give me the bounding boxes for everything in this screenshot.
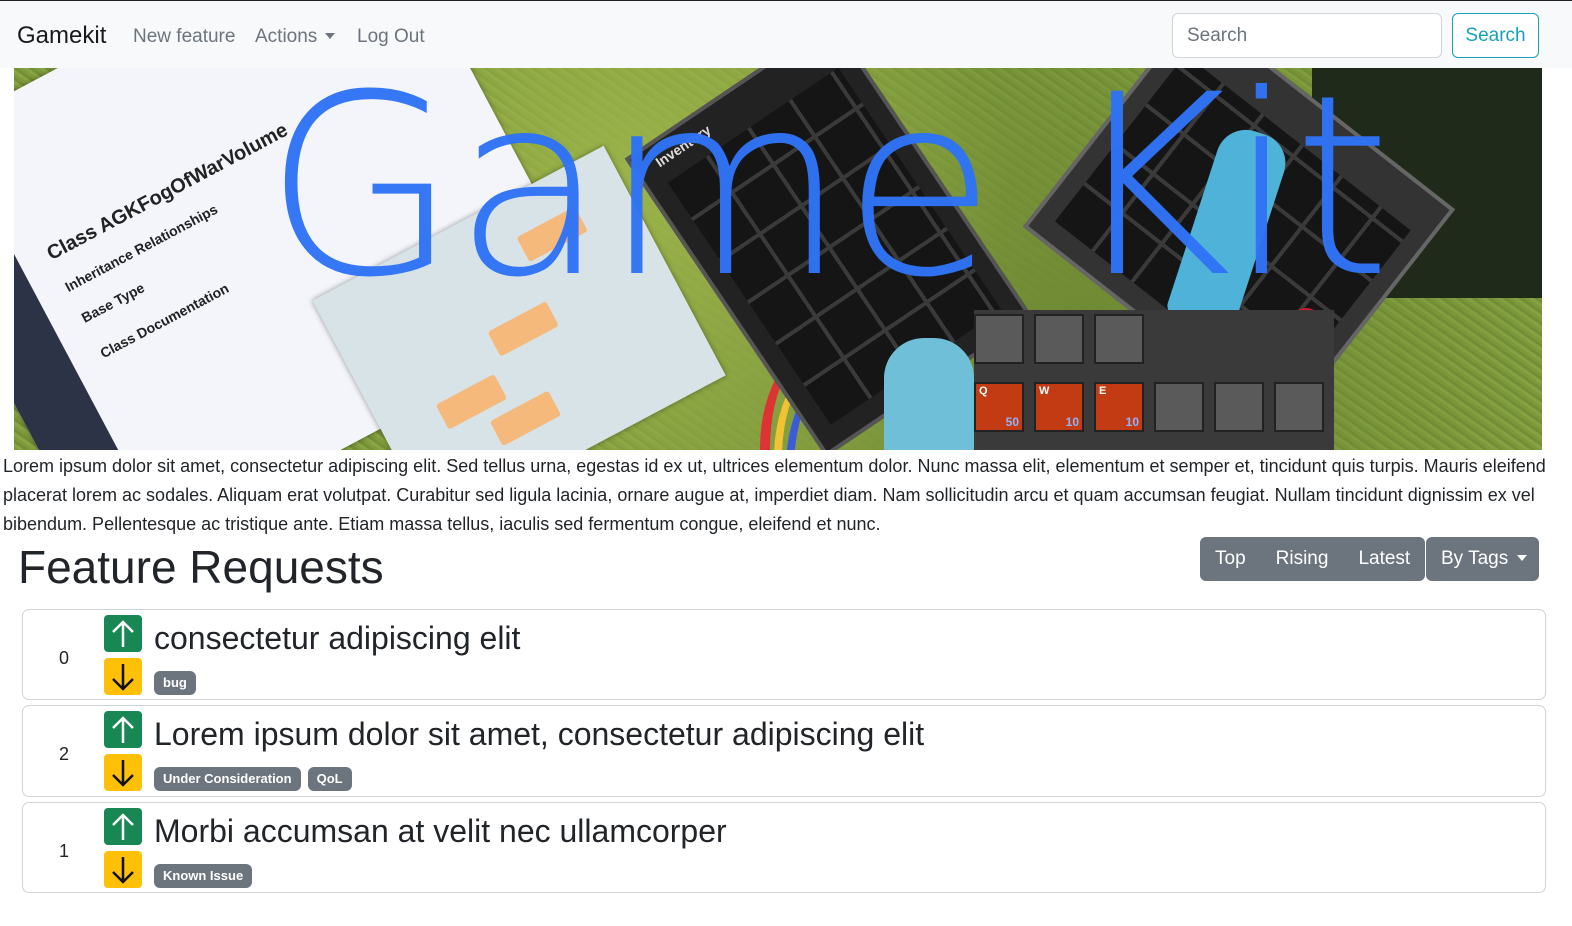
nav-new-feature[interactable]: New feature [133, 26, 235, 48]
tag-list: Under Consideration QoL [154, 767, 352, 791]
arrow-up-icon [112, 715, 134, 743]
arrow-down-icon [112, 759, 134, 787]
downvote-button[interactable] [104, 754, 142, 791]
sort-latest-button[interactable]: Latest [1343, 537, 1425, 581]
vote-count: 2 [58, 744, 69, 764]
character-figure-small [884, 338, 974, 450]
arrow-down-icon [112, 663, 134, 691]
feature-request-card: 1 Morbi accumsan at velit nec ullamcorpe… [22, 802, 1546, 893]
doc-class-title: Class AGKFogOfWarVolume [43, 119, 292, 265]
tag-badge[interactable]: Under Consideration [154, 767, 301, 791]
intro-paragraph: Lorem ipsum dolor sit amet, consectetur … [3, 456, 1546, 534]
feature-request-card: 0 consectetur adipiscing elit bug [22, 609, 1546, 700]
arrow-up-icon [112, 812, 134, 840]
upvote-button[interactable] [104, 808, 142, 845]
ability-slot-q: Q 50 [974, 382, 1024, 432]
by-tags-dropdown[interactable]: By Tags [1426, 537, 1539, 581]
caret-down-icon [1517, 555, 1528, 561]
downvote-button[interactable] [104, 658, 142, 695]
nav-actions-label: Actions [255, 26, 318, 47]
brand-link[interactable]: Gamekit [17, 22, 106, 50]
upvote-button[interactable] [104, 711, 142, 748]
request-title[interactable]: Lorem ipsum dolor sit amet, consectetur … [154, 716, 924, 753]
sort-top-button[interactable]: Top [1200, 537, 1261, 581]
arrow-up-icon [112, 619, 134, 647]
top-navbar: Gamekit New feature Actions Log Out Sear… [0, 0, 1572, 68]
tag-badge[interactable]: Known Issue [154, 864, 253, 888]
tag-list: bug [154, 671, 196, 695]
sort-button-group: Top Rising Latest [1200, 537, 1426, 581]
nav-log-out[interactable]: Log Out [357, 26, 425, 48]
vote-count: 1 [58, 841, 69, 861]
banner-title: Game Kit [264, 68, 1391, 332]
downvote-button[interactable] [104, 851, 142, 888]
vote-count: 0 [58, 648, 69, 668]
ability-slot-w: W 10 [1034, 382, 1084, 432]
tag-badge[interactable]: bug [154, 671, 196, 695]
caret-down-icon [325, 33, 336, 39]
nav-actions-dropdown[interactable]: Actions [255, 26, 336, 48]
tag-badge[interactable]: QoL [307, 767, 352, 791]
by-tags-label: By Tags [1441, 548, 1509, 569]
search-button[interactable]: Search [1452, 13, 1539, 58]
doc-base-type: Base Type [78, 279, 148, 326]
ability-slot-e: E 10 [1094, 382, 1144, 432]
feature-request-card: 2 Lorem ipsum dolor sit amet, consectetu… [22, 705, 1546, 797]
sort-rising-button[interactable]: Rising [1261, 537, 1344, 581]
request-title[interactable]: consectetur adipiscing elit [154, 620, 520, 657]
page-title: Feature Requests [18, 541, 384, 593]
search-input[interactable] [1172, 13, 1442, 58]
tag-list: Known Issue [154, 864, 253, 888]
arrow-down-icon [112, 856, 134, 884]
hero-banner: Class AGKFogOfWarVolume Inheritance Rela… [14, 68, 1542, 450]
upvote-button[interactable] [104, 615, 142, 652]
request-title[interactable]: Morbi accumsan at velit nec ullamcorper [154, 813, 727, 850]
